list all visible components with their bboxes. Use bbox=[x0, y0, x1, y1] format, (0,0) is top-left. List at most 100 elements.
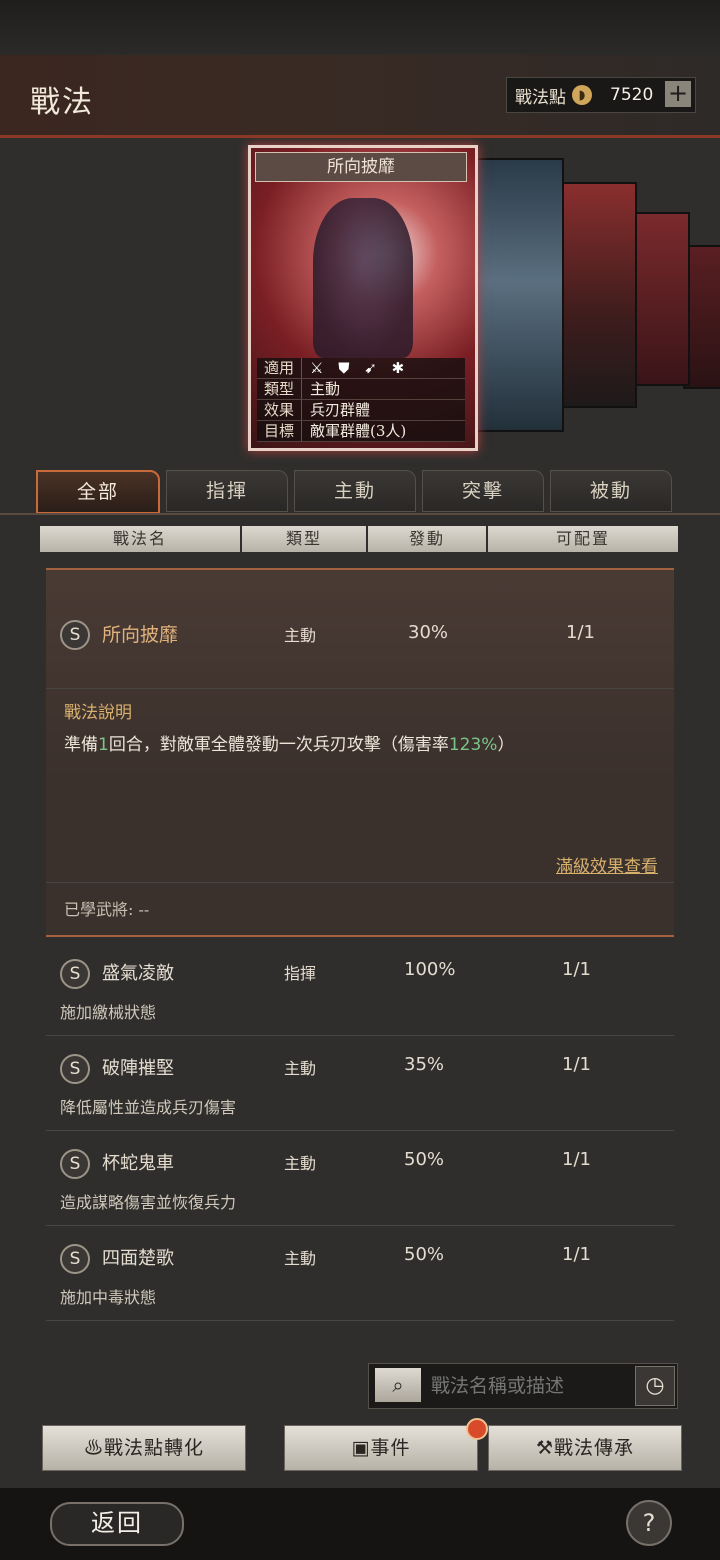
selected-tactic-row[interactable]: S 所向披靡 主動 30% 1/1 戰法說明 準備1回合，對敵軍全體發動一次兵刃… bbox=[46, 568, 674, 937]
tactic-summary: 造成謀略傷害並恢復兵力 bbox=[60, 1193, 237, 1212]
column-type-header[interactable]: 類型 bbox=[242, 526, 366, 552]
notification-dot bbox=[466, 1418, 488, 1440]
tactic-row[interactable]: S 盛氣凌敵 指揮 100% 1/1 施加繳械狀態 bbox=[46, 943, 674, 1036]
tab-all[interactable]: 全部 bbox=[36, 470, 160, 514]
convert-points-label: 戰法點轉化 bbox=[104, 1437, 205, 1459]
column-configurable-header[interactable]: 可配置 bbox=[488, 526, 678, 552]
events-label: 事件 bbox=[370, 1437, 411, 1459]
desc-part: 回合，對敵軍全體發動一次兵刃攻擊（傷害率 bbox=[108, 735, 449, 755]
column-name-header[interactable]: 戰法名 bbox=[40, 526, 240, 552]
s-rank-badge: S bbox=[60, 1244, 90, 1274]
inherit-tactic-button[interactable]: ⚒戰法傳承 bbox=[488, 1425, 682, 1471]
search-bar: ⌕ ◷ bbox=[368, 1363, 678, 1409]
card-preview-3[interactable] bbox=[555, 182, 637, 408]
tactic-points-label: 戰法點 bbox=[515, 87, 566, 108]
selected-tactic-card[interactable]: 所向披靡 適用 ⚔ ⛊ ➹ ✱ 類型 主動 效果 兵刃群體 目標 敵軍群體(3人… bbox=[248, 145, 478, 451]
tactic-points-panel: 戰法點 ◗ 7520 + bbox=[506, 77, 696, 113]
tactic-summary: 施加繳械狀態 bbox=[60, 1003, 157, 1022]
tactic-type: 指揮 bbox=[284, 964, 317, 983]
tactic-configurable: 1/1 bbox=[562, 959, 591, 980]
page-title: 戰法 bbox=[30, 85, 94, 120]
tab-command[interactable]: 指揮 bbox=[166, 470, 288, 512]
warrior-silhouette-image bbox=[313, 198, 413, 358]
description-text: 準備1回合，對敵軍全體發動一次兵刃攻擊（傷害率123%） bbox=[64, 730, 514, 755]
desc-part: 準備 bbox=[64, 735, 98, 755]
shield-icon: ⛊ bbox=[338, 359, 350, 377]
s-rank-badge: S bbox=[60, 1149, 90, 1179]
tactic-type: 主動 bbox=[284, 1249, 317, 1268]
search-input[interactable] bbox=[429, 1370, 629, 1402]
description-title: 戰法說明 bbox=[64, 703, 132, 723]
card-prop-row: 適用 ⚔ ⛊ ➹ ✱ bbox=[257, 358, 465, 379]
wheel-icon: ✱ bbox=[391, 359, 405, 377]
search-icon[interactable]: ⌕ bbox=[375, 1368, 421, 1402]
divider bbox=[46, 688, 674, 689]
flame-icon: ♨ bbox=[83, 1437, 104, 1459]
tactic-configurable: 1/1 bbox=[562, 1244, 591, 1265]
help-button[interactable]: ? bbox=[626, 1500, 672, 1546]
s-rank-badge: S bbox=[60, 620, 90, 650]
tactic-trigger-rate: 50% bbox=[404, 1244, 445, 1265]
tactic-trigger-rate: 50% bbox=[404, 1149, 445, 1170]
back-button[interactable]: 返回 bbox=[50, 1502, 184, 1546]
card-preview-4[interactable] bbox=[628, 212, 690, 386]
tactic-configurable: 1/1 bbox=[562, 1149, 591, 1170]
tactic-row[interactable]: S 杯蛇鬼車 主動 50% 1/1 造成謀略傷害並恢復兵力 bbox=[46, 1133, 674, 1226]
tactic-trigger-rate: 30% bbox=[408, 622, 449, 643]
card-preview-2[interactable] bbox=[472, 158, 564, 432]
bow-icon: ➹ bbox=[364, 359, 377, 377]
tactic-summary: 施加中毒狀態 bbox=[60, 1288, 157, 1307]
tactic-name: 所向披靡 bbox=[102, 624, 179, 646]
tactic-trigger-rate: 35% bbox=[404, 1054, 445, 1075]
learned-generals: 已學武將: -- bbox=[64, 900, 150, 919]
s-rank-badge: S bbox=[60, 1054, 90, 1084]
tactic-filter-tabs: 全部 指揮 主動 突擊 被動 bbox=[36, 470, 676, 514]
alert-icon: ▣ bbox=[351, 1437, 371, 1459]
card-prop-key: 目標 bbox=[257, 421, 302, 441]
card-prop-value: 主動 bbox=[310, 380, 341, 398]
card-prop-row: 類型 主動 bbox=[257, 379, 465, 400]
tactic-name: 杯蛇鬼車 bbox=[102, 1153, 174, 1174]
tab-passive[interactable]: 被動 bbox=[550, 470, 672, 512]
tactic-configurable: 1/1 bbox=[566, 622, 595, 643]
tactic-points-value: 7520 bbox=[610, 85, 654, 105]
coin-icon: ◗ bbox=[572, 85, 592, 105]
tactic-type: 主動 bbox=[284, 1059, 317, 1078]
card-prop-value: 兵刃群體 bbox=[310, 401, 371, 419]
tactic-name: 破陣摧堅 bbox=[102, 1058, 174, 1079]
divider bbox=[46, 882, 674, 883]
tactic-row[interactable]: S 破陣摧堅 主動 35% 1/1 降低屬性並造成兵刃傷害 bbox=[46, 1038, 674, 1131]
desc-damage-rate: 123% bbox=[448, 735, 498, 755]
tactic-row[interactable]: S 四面楚歌 主動 50% 1/1 施加中毒狀態 bbox=[46, 1228, 674, 1321]
tactic-card-carousel[interactable]: 所向披靡 適用 ⚔ ⛊ ➹ ✱ 類型 主動 效果 兵刃群體 目標 敵軍群體(3人… bbox=[0, 140, 720, 460]
tab-divider bbox=[0, 513, 720, 515]
desc-number: 1 bbox=[98, 735, 109, 755]
add-points-button[interactable]: + bbox=[665, 81, 691, 107]
tactic-name: 四面楚歌 bbox=[102, 1248, 174, 1269]
tab-assault[interactable]: 突擊 bbox=[422, 470, 544, 512]
card-prop-row: 效果 兵刃群體 bbox=[257, 400, 465, 421]
tactic-configurable: 1/1 bbox=[562, 1054, 591, 1075]
card-prop-key: 適用 bbox=[257, 358, 302, 378]
tab-active[interactable]: 主動 bbox=[294, 470, 416, 512]
convert-points-button[interactable]: ♨戰法點轉化 bbox=[42, 1425, 246, 1471]
card-properties: 適用 ⚔ ⛊ ➹ ✱ 類型 主動 效果 兵刃群體 目標 敵軍群體(3人) bbox=[257, 358, 465, 442]
card-title: 所向披靡 bbox=[255, 152, 467, 182]
column-trigger-header[interactable]: 發動 bbox=[368, 526, 486, 552]
hammer-icon: ⚒ bbox=[535, 1437, 555, 1459]
max-level-effect-link[interactable]: 滿級效果查看 bbox=[556, 852, 658, 877]
tactic-name: 盛氣凌敵 bbox=[102, 963, 174, 984]
events-button[interactable]: ▣事件 bbox=[284, 1425, 478, 1471]
desc-part: ） bbox=[497, 735, 515, 755]
clock-icon[interactable]: ◷ bbox=[635, 1366, 675, 1406]
s-rank-badge: S bbox=[60, 959, 90, 989]
top-decor-strip bbox=[0, 0, 720, 55]
card-prop-row: 目標 敵軍群體(3人) bbox=[257, 421, 465, 442]
header-bar: 戰法 戰法點 ◗ 7520 + bbox=[0, 55, 720, 138]
tactic-type: 主動 bbox=[284, 1154, 317, 1173]
tactic-trigger-rate: 100% bbox=[404, 959, 456, 980]
card-prop-value: 敵軍群體(3人) bbox=[310, 422, 407, 440]
inherit-tactic-label: 戰法傳承 bbox=[554, 1437, 635, 1459]
card-prop-key: 效果 bbox=[257, 400, 302, 420]
axe-icon: ⚔ bbox=[310, 359, 324, 377]
